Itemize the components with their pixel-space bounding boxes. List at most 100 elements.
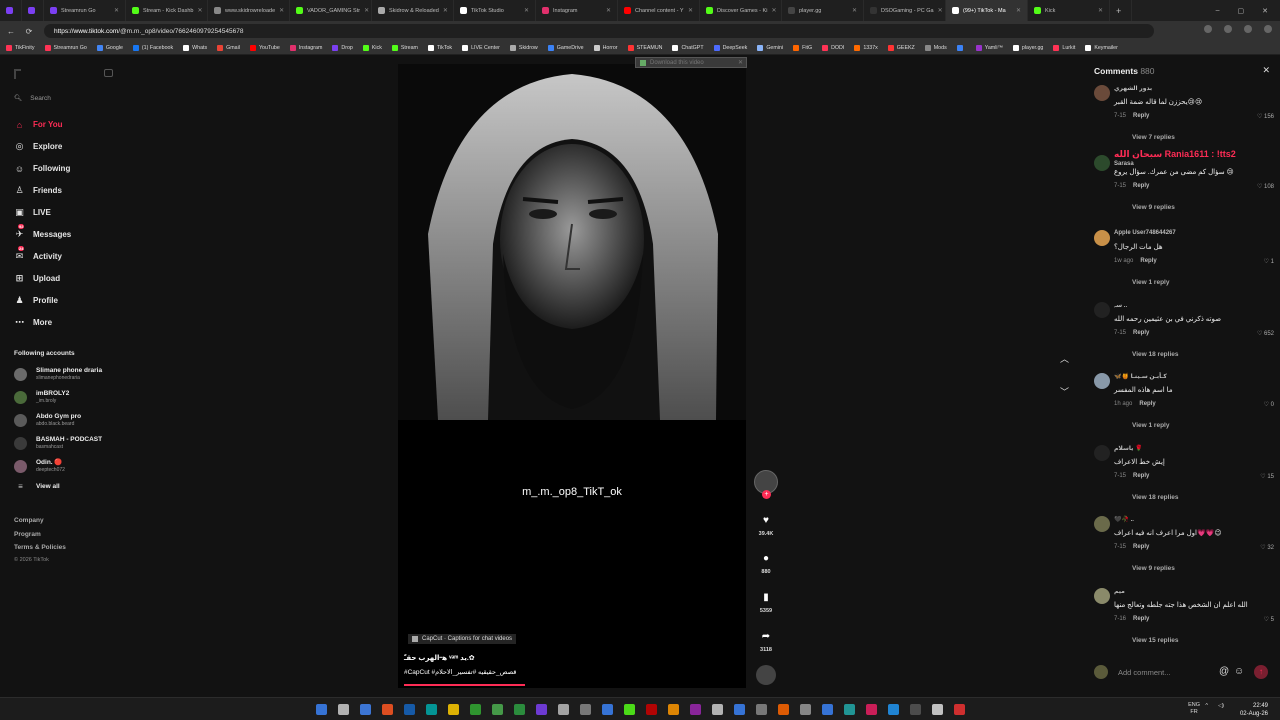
following-account[interactable]: Slimane phone draria slimanephonedraria xyxy=(14,367,102,381)
tab-close-icon[interactable]: ✕ xyxy=(443,7,448,14)
sidebar-item-following[interactable]: ☺ Following xyxy=(14,163,70,174)
sidebar-item-explore[interactable]: ◎ Explore xyxy=(14,141,63,152)
comment-like-button[interactable]: ♡ 32 xyxy=(1260,544,1274,551)
bookmark-item[interactable]: LIVE Center xyxy=(462,44,500,51)
browser-tab[interactable]: (99+) TikTok - Ma ✕ xyxy=(946,0,1028,21)
taskbar-app-icon[interactable] xyxy=(800,704,811,715)
browser-tab[interactable]: VADOR_GAMING Str ✕ xyxy=(290,0,372,21)
bookmark-item[interactable]: Gmail xyxy=(217,44,240,51)
view-replies-button[interactable]: View 15 replies xyxy=(1132,637,1179,644)
taskbar-app-icon[interactable] xyxy=(690,704,701,715)
footer-terms[interactable]: Terms & Policies xyxy=(14,544,66,551)
video-hashtags[interactable]: #CapCut #قصص_حقيقيه #تفسير_الاحلام xyxy=(404,668,516,676)
taskbar-app-icon[interactable] xyxy=(536,704,547,715)
taskbar-app-icon[interactable] xyxy=(932,704,943,715)
taskbar-app-icon[interactable] xyxy=(602,704,613,715)
commenter-name[interactable]: ميم xyxy=(1114,588,1125,595)
reply-button[interactable]: Reply xyxy=(1140,258,1156,264)
commenter-name[interactable]: 🦋🍯 ﻛـأبـن سـينـا xyxy=(1114,373,1167,380)
reply-button[interactable]: Reply xyxy=(1139,401,1155,407)
bookmark-item[interactable]: GEEKZ xyxy=(887,44,915,51)
bookmark-item[interactable]: Skidrow xyxy=(509,44,538,51)
bookmark-item[interactable]: TikTok xyxy=(427,44,452,51)
view-replies-button[interactable]: View 9 replies xyxy=(1132,565,1175,572)
bookmark-item[interactable]: 1337x xyxy=(854,44,878,51)
commenter-name[interactable]: ياسلام 🌹 xyxy=(1114,445,1143,452)
browser-tab[interactable]: Channel content - Y ✕ xyxy=(618,0,700,21)
bookmark-item[interactable]: player.gg xyxy=(1012,44,1043,51)
taskbar-app-icon[interactable] xyxy=(426,704,437,715)
bookmark-item[interactable]: Whats xyxy=(183,44,207,51)
comment-like-button[interactable]: ♡ 15 xyxy=(1260,473,1274,480)
bookmark-item[interactable]: YouTube xyxy=(249,44,280,51)
bookmark-item[interactable]: Lurkit xyxy=(1053,44,1075,51)
commenter-name[interactable]: بدور الشهري xyxy=(1114,85,1152,92)
tab-close-icon[interactable]: ✕ xyxy=(524,7,529,14)
following-account[interactable]: imBROLY2 _im.broly xyxy=(14,390,69,404)
bookmark-item[interactable]: STEAMUN xyxy=(627,44,662,51)
volume-icon[interactable]: ◁) xyxy=(1218,703,1224,709)
minimize-icon[interactable]: – xyxy=(1216,7,1220,15)
bookmark-item[interactable]: Stream xyxy=(391,44,418,51)
bookmark-item[interactable]: DODI xyxy=(822,44,844,51)
sidebar-item-more[interactable]: ⋯ More xyxy=(14,317,52,328)
view-replies-button[interactable]: View 18 replies xyxy=(1132,351,1179,358)
sidebar-item-friends[interactable]: ♙ Friends xyxy=(14,185,61,196)
browser-tab[interactable] xyxy=(0,0,22,21)
profile-icon[interactable] xyxy=(1244,25,1252,33)
music-disc-avatar[interactable] xyxy=(756,665,776,685)
commenter-avatar[interactable] xyxy=(1094,155,1110,171)
sidebar-item-upload[interactable]: ⊞ Upload xyxy=(14,273,60,284)
taskbar-app-icon[interactable] xyxy=(404,704,415,715)
footer-company[interactable]: Company xyxy=(14,517,44,524)
commenter-name[interactable]: ﺳﮧ .. xyxy=(1114,302,1127,310)
taskbar-app-icon[interactable] xyxy=(316,704,327,715)
browser-tab[interactable]: TikTok Studio ✕ xyxy=(454,0,536,21)
commenter-avatar[interactable] xyxy=(1094,85,1110,101)
taskbar-app-icon[interactable] xyxy=(734,704,745,715)
close-window-icon[interactable]: ✕ xyxy=(1262,7,1268,15)
following-account[interactable]: BASMAH - PODCAST basmahcast xyxy=(14,436,102,450)
bookmark-item[interactable]: DeepSeek xyxy=(713,44,747,51)
footer-program[interactable]: Program xyxy=(14,531,41,538)
previous-video-icon[interactable]: ︿ xyxy=(1060,352,1069,365)
tab-close-icon[interactable]: ✕ xyxy=(279,7,284,14)
tray-chevron-icon[interactable]: ^ xyxy=(1205,703,1208,709)
taskbar-app-icon[interactable] xyxy=(360,704,371,715)
sidebar-item-activity[interactable]: ✉ 24 Activity xyxy=(14,246,62,262)
browser-tab[interactable]: Instagram ✕ xyxy=(536,0,618,21)
follow-plus-icon[interactable]: + xyxy=(762,490,771,499)
menu-icon[interactable] xyxy=(1264,25,1272,33)
view-replies-button[interactable]: View 9 replies xyxy=(1132,204,1175,211)
browser-tab[interactable]: Kick ✕ xyxy=(1028,0,1110,21)
comment-like-button[interactable]: ♡ 0 xyxy=(1264,401,1274,408)
bookmark-item[interactable]: Mods xyxy=(924,44,947,51)
reply-button[interactable]: Reply xyxy=(1133,113,1149,119)
add-comment-input[interactable]: Add comment... xyxy=(1118,668,1171,677)
taskbar-app-icon[interactable] xyxy=(756,704,767,715)
taskbar-app-icon[interactable] xyxy=(844,704,855,715)
browser-tab[interactable]: player.gg ✕ xyxy=(782,0,864,21)
browser-tab[interactable]: Skidrow & Reloaded ✕ xyxy=(372,0,454,21)
commenter-name[interactable]: Apple User748644267 xyxy=(1114,230,1176,236)
taskbar-app-icon[interactable] xyxy=(558,704,569,715)
reply-button[interactable]: Reply xyxy=(1133,330,1149,336)
tab-close-icon[interactable]: ✕ xyxy=(771,7,776,14)
download-video-button[interactable]: Download this video ✕ xyxy=(635,57,747,68)
tab-close-icon[interactable]: ✕ xyxy=(1098,7,1103,14)
url-field[interactable]: https://www.tiktok.com/@m.m._op8/video/7… xyxy=(44,24,1154,38)
view-replies-button[interactable]: View 7 replies xyxy=(1132,134,1175,141)
taskbar-app-icon[interactable] xyxy=(492,704,503,715)
clock[interactable]: 22:49 02-Aug-26 xyxy=(1240,702,1268,718)
comment-like-button[interactable]: ♡ 108 xyxy=(1257,183,1274,190)
tab-close-icon[interactable]: ✕ xyxy=(688,7,693,14)
taskbar-app-icon[interactable] xyxy=(338,704,349,715)
comment-like-button[interactable]: ♡ 1 xyxy=(1264,258,1274,265)
comment-like-button[interactable]: ♡ 156 xyxy=(1257,113,1274,120)
taskbar-app-icon[interactable] xyxy=(866,704,877,715)
close-comments-icon[interactable]: ✕ xyxy=(1262,65,1270,76)
following-account[interactable]: Odin. 🔴 deeptech072 xyxy=(14,459,65,473)
bookmark-item[interactable]: TikFinity xyxy=(6,44,35,51)
tab-close-icon[interactable]: ✕ xyxy=(1016,7,1021,14)
taskbar-app-icon[interactable] xyxy=(668,704,679,715)
